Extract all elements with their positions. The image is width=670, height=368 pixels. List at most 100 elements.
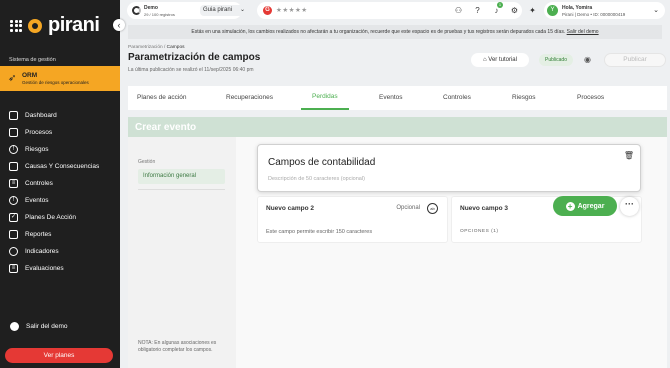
tutorial-button[interactable]: ⌂ Ver tutorial [471,53,529,67]
demo-notice: Estás en una simulación, los cambios rea… [128,25,662,39]
field-optional-label: Opcional [396,205,420,211]
active-tab-indicator [301,108,349,110]
apps-grid-icon[interactable] [10,19,22,32]
sidebar-item-label: Eventos [25,196,49,204]
breadcrumb-parent[interactable]: Parametrización [128,45,163,50]
card-title: Crear evento [135,122,197,133]
sidebar-item-label: Dashboard [25,111,57,119]
field-options-count: OPCIONES (1) [460,229,499,234]
text-type-icon[interactable]: ab [427,203,438,214]
last-published: La última publicación se realizó el 11/s… [128,67,254,73]
sidebar-item-evaluaciones[interactable]: ≡ Evaluaciones [9,262,64,274]
tab-planes[interactable]: Planes de acción [137,94,187,101]
user-menu[interactable]: Y Hola, Yomira Pirani | Demo • ID: 00000… [544,2,665,19]
exit-demo-label: Salir del demo [26,323,68,330]
tab-perdidas[interactable]: Perdidas [312,93,338,100]
folder-icon [9,127,18,137]
cause-icon [9,161,18,171]
reports-icon [9,229,18,239]
sidebar-item-planes[interactable]: ✓ Planes De Acción [9,211,76,223]
events-icon: ! [9,195,18,205]
notice-text: Estás en una simulación, los cambios rea… [191,29,566,35]
sidebar-item-reportes[interactable]: Reportes [9,228,51,240]
plus-icon: + [565,201,575,211]
sidebar-item-label: Indicadores [25,247,59,255]
sidebar-item-eventos[interactable]: ! Eventos [9,194,49,206]
rocket-icon: ➶ [8,73,17,84]
view-plans-button[interactable]: Ver planes [5,348,113,363]
sidebar: pirani Sistema de gestión ➶ ORM Gestión … [0,0,120,368]
section-label: Sistema de gestión [9,57,56,63]
exit-icon [10,322,19,331]
group-title-input[interactable]: Campos de contabilidad [268,157,375,168]
note: NOTA: En algunas asociaciones es obligat… [138,340,217,353]
gear-icon[interactable]: ⚙ [510,6,519,15]
status-badge: Publicado [539,54,573,66]
logo-text: pirani [48,14,100,36]
monitor-icon [9,110,18,120]
divider [138,189,225,190]
add-label: Agregar [577,202,605,210]
sparkle-icon[interactable]: ✦ [528,6,537,15]
field-card[interactable]: Nuevo campo 2 Opcional ab Este campo per… [257,196,448,243]
demo-counter: Demo 29 / 100 registros Guia pirani ⌄ [127,2,248,19]
collapse-sidebar-chevron-icon[interactable]: ‹ [113,19,125,31]
avatar: Y [547,5,558,16]
user-name: Hola, Yomira [562,5,593,11]
add-field-button[interactable]: + Agregar [553,196,617,216]
tab-riesgos[interactable]: Riesgos [512,94,535,101]
sidebar-item-label: Controles [25,179,53,187]
group-label: Gestión [138,159,156,165]
add-user-icon[interactable]: ⚇ [454,6,463,15]
guide-select-value: Guia pirani [203,7,233,13]
page-title: Parametrización de campos [128,52,261,63]
g2-icon: G [263,6,272,15]
sidebar-item-procesos[interactable]: Procesos [9,126,52,138]
module-subtitle: Gestión de riesgos operacionales [22,80,89,85]
eye-icon[interactable]: ◉ [584,55,591,64]
chevron-down-icon: ⌄ [653,7,659,14]
sidebar-item-riesgos[interactable]: ! Riesgos [9,143,48,155]
tab-procesos[interactable]: Procesos [577,94,604,101]
help-icon[interactable]: ? [473,6,482,15]
exit-demo-link[interactable]: Salir del demo [10,322,68,331]
sidebar-item-dashboard[interactable]: Dashboard [9,109,57,121]
sidebar-item-causas[interactable]: Causas Y Consecuencias [9,160,99,172]
graduation-cap-icon: ⌂ [483,57,487,63]
group-description-input[interactable]: Descripción de 50 caracteres (opcional) [268,176,365,182]
module-orm[interactable]: ➶ ORM Gestión de riesgos operacionales [0,66,120,91]
field-help: Este campo permite escribir 150 caracter… [266,229,373,235]
notice-exit-link[interactable]: Salir del demo [567,29,599,35]
sidebar-item-label: Planes De Acción [25,213,76,221]
logo[interactable]: pirani [10,14,100,37]
sidebar-item-label: Procesos [25,128,53,136]
demo-progress-icon [132,6,141,15]
breadcrumb-current: Campos [166,45,185,50]
trash-icon[interactable]: 🗑 [624,151,634,160]
sidebar-item-label: Evaluaciones [25,264,64,272]
tab-eventos[interactable]: Eventos [379,94,403,101]
tabs: Planes de acción Recuperaciones Perdidas… [128,86,667,110]
rating-stars[interactable]: ★★★★★ [276,6,308,14]
sidebar-item-indicadores[interactable]: Indicadores [9,245,59,257]
module-title: ORM [22,72,38,79]
sidebar-item-label: Reportes [25,230,52,238]
group-editor: Campos de contabilidad Descripción de 50… [257,144,641,192]
demo-title: Demo [144,5,158,11]
guide-select[interactable]: Guia pirani ⌄ [200,5,248,16]
demo-records: 29 / 100 registros [144,12,175,17]
publish-button[interactable]: Publicar [604,53,666,67]
pirani-logo-icon [28,18,42,33]
tab-controles[interactable]: Controles [443,94,471,101]
group-item-info-general[interactable]: Información general [138,169,225,184]
more-options-icon[interactable]: ··· [620,197,639,216]
sidebar-item-controles[interactable]: ≡ Controles [9,177,53,189]
card-header: Crear evento [128,117,667,137]
notification-badge: 1 [497,2,503,8]
indicators-icon [9,246,18,256]
alert-icon: ! [9,144,18,154]
evaluations-icon: ≡ [9,263,18,273]
sidebar-item-label: Riesgos [25,145,49,153]
tab-recuperaciones[interactable]: Recuperaciones [226,94,273,101]
tutorial-label: Ver tutorial [488,57,517,63]
